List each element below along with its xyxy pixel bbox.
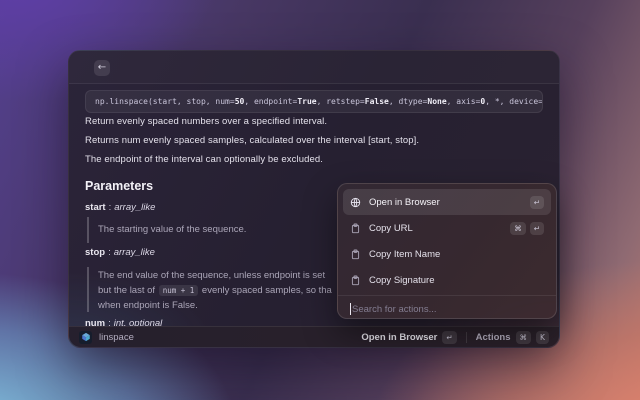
param-stop: stop:array_like xyxy=(85,247,155,258)
numpy-logo-icon xyxy=(79,331,92,344)
param-start-type: array_like xyxy=(114,202,155,213)
return-key-badge: ↵ xyxy=(530,222,544,235)
param-start-name: start xyxy=(85,202,106,213)
clipboard-icon xyxy=(350,223,361,234)
back-button[interactable]: ← xyxy=(94,60,110,76)
menu-item-label: Copy Item Name xyxy=(369,249,440,260)
clipboard-icon xyxy=(350,249,361,260)
code-token: , retstep= xyxy=(317,97,365,106)
inline-code-num-plus-1: num + 1 xyxy=(159,285,199,296)
code-token: None xyxy=(427,97,446,106)
param-start: start:array_like xyxy=(85,202,155,213)
param-stop-description-line-2: but the last of num + 1 evenly spaced sa… xyxy=(98,283,332,298)
param-stop-description: The end value of the sequence, unless en… xyxy=(87,267,332,312)
signature-code-box: np.linspace(start, stop, num=50, endpoin… xyxy=(85,90,543,113)
menu-item-copy-item-name[interactable]: Copy Item Name xyxy=(343,241,551,267)
footer-item-name: linspace xyxy=(99,332,134,343)
command-key-badge: ⌘ xyxy=(510,222,526,235)
menu-item-copy-signature[interactable]: Copy Signature xyxy=(343,267,551,293)
param-stop-desc-post: evenly spaced samples, so tha xyxy=(199,285,332,296)
footer-bar: linspace Open in Browser ↵ Actions ⌘ K xyxy=(69,326,559,347)
menu-item-shortcuts: ⌘ ↵ xyxy=(510,222,544,235)
signature-code: np.linspace(start, stop, num=50, endpoin… xyxy=(95,97,543,106)
param-stop-description-line-3: when endpoint is False. xyxy=(98,298,332,313)
menu-item-label: Open in Browser xyxy=(369,197,440,208)
footer-actions-group: Open in Browser ↵ Actions ⌘ K xyxy=(361,331,549,344)
param-stop-desc-pre: but the last of xyxy=(98,285,158,296)
menu-item-copy-url[interactable]: Copy URL ⌘ ↵ xyxy=(343,215,551,241)
param-separator: : xyxy=(109,202,112,213)
code-token: , axis= xyxy=(447,97,481,106)
code-token: False xyxy=(365,97,389,106)
globe-icon xyxy=(350,197,361,208)
code-token: True xyxy=(297,97,316,106)
param-stop-name: stop xyxy=(85,247,105,258)
footer-actions-button[interactable]: Actions xyxy=(476,332,511,343)
window-header: ← xyxy=(69,51,559,84)
menu-item-open-in-browser[interactable]: Open in Browser ↵ xyxy=(343,189,551,215)
description-line-3: The endpoint of the interval can optiona… xyxy=(85,154,323,165)
return-key-badge: ↵ xyxy=(530,196,544,209)
actions-menu-panel: Open in Browser ↵ Copy URL ⌘ ↵ xyxy=(337,183,557,319)
actions-search-field xyxy=(343,296,551,322)
menu-item-label: Copy URL xyxy=(369,223,413,234)
menu-item-shortcuts: ↵ xyxy=(530,196,544,209)
back-arrow-icon: ← xyxy=(98,62,106,73)
description-line-2: Returns num evenly spaced samples, calcu… xyxy=(85,135,419,146)
description-line-1: Return evenly spaced numbers over a spec… xyxy=(85,116,327,127)
param-stop-type: array_like xyxy=(114,247,155,258)
menu-item-label: Copy Signature xyxy=(369,275,434,286)
actions-search-input[interactable] xyxy=(352,304,544,315)
footer-divider xyxy=(466,332,467,343)
text-cursor xyxy=(350,303,351,315)
command-key-badge: ⌘ xyxy=(516,331,532,344)
code-token: , dtype= xyxy=(389,97,428,106)
param-separator: : xyxy=(108,247,111,258)
param-stop-description-line-1: The end value of the sequence, unless en… xyxy=(98,268,332,283)
raycast-window: ← np.linspace(start, stop, num=50, endpo… xyxy=(68,50,560,348)
desktop-background: ← np.linspace(start, stop, num=50, endpo… xyxy=(0,0,640,400)
return-key-badge: ↵ xyxy=(442,331,456,344)
clipboard-icon xyxy=(350,275,361,286)
code-token: , *, device= xyxy=(485,97,543,106)
code-token: , endpoint= xyxy=(244,97,297,106)
param-start-description: The starting value of the sequence. xyxy=(87,217,246,243)
parameters-heading: Parameters xyxy=(85,179,153,193)
footer-open-in-browser-button[interactable]: Open in Browser xyxy=(361,332,437,343)
k-key-badge: K xyxy=(536,331,549,344)
code-token: 50 xyxy=(235,97,245,106)
code-token: np.linspace(start, stop, num= xyxy=(95,97,235,106)
param-start-description-text: The starting value of the sequence. xyxy=(98,224,246,235)
